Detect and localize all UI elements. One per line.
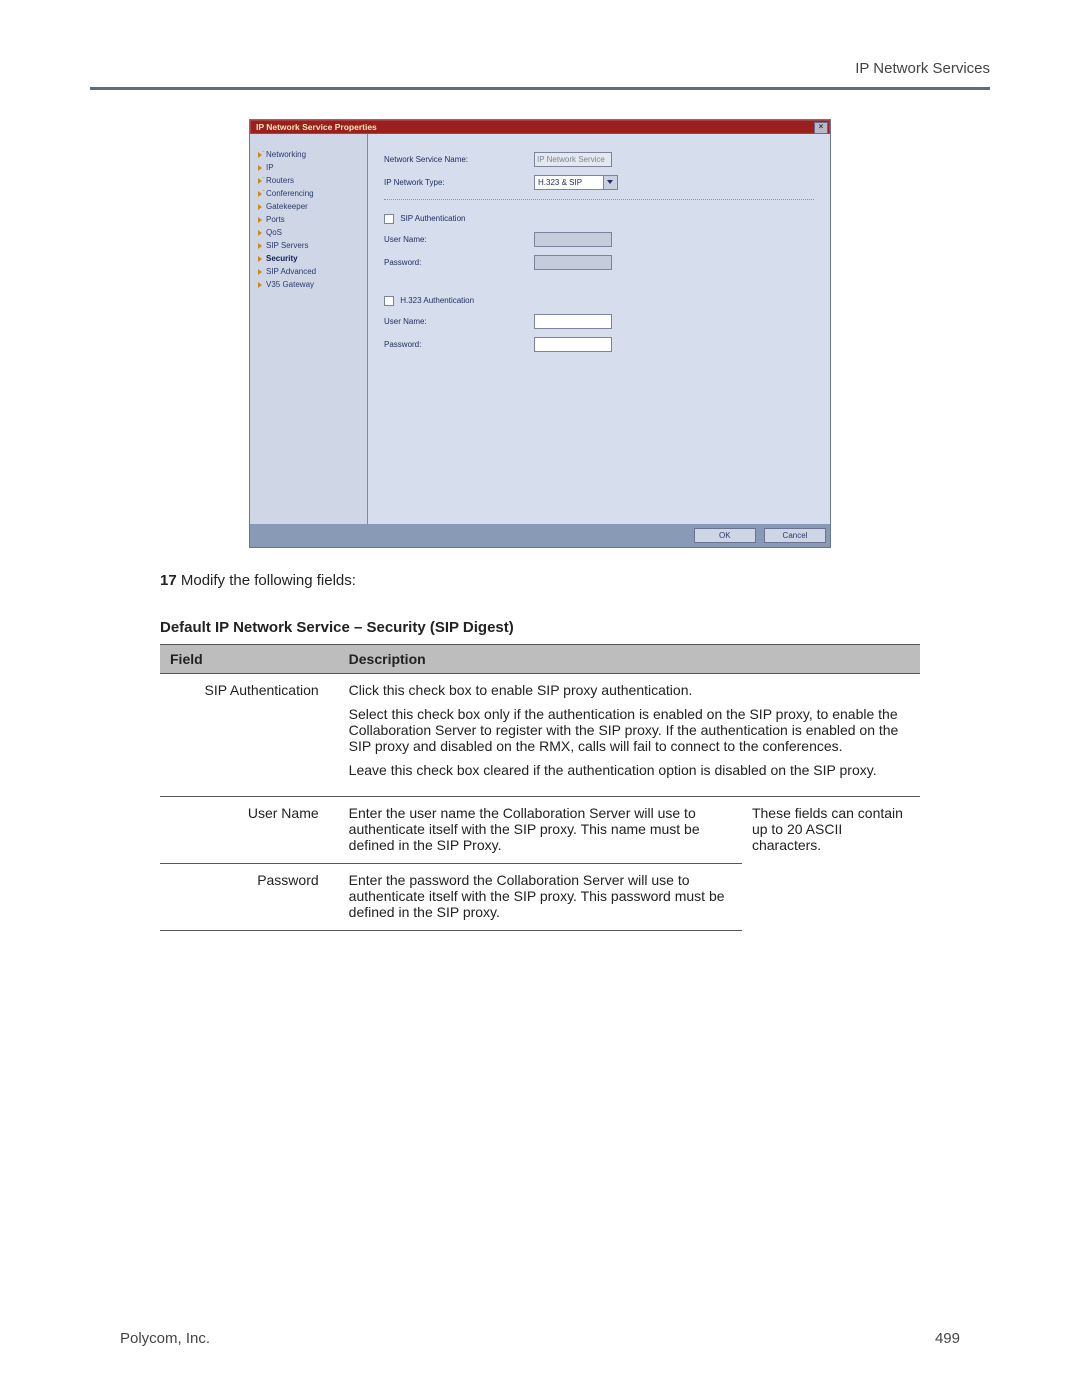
field-note: These fields can contain up to 20 ASCII …: [742, 797, 920, 931]
close-icon[interactable]: ×: [814, 122, 828, 134]
sidebar-item-conferencing[interactable]: Conferencing: [258, 187, 363, 200]
sidebar-item-ip[interactable]: IP: [258, 161, 363, 174]
field-description: Enter the password the Collaboration Ser…: [339, 864, 742, 931]
ip-network-type-label: IP Network Type:: [384, 178, 534, 187]
step-text: Modify the following fields:: [181, 572, 356, 589]
step-number: 17: [160, 572, 177, 589]
ip-network-type-value: H.323 & SIP: [535, 176, 603, 189]
sidebar-item-label: SIP Advanced: [266, 267, 316, 276]
table-caption: Default IP Network Service – Security (S…: [160, 619, 990, 636]
ip-network-service-properties-dialog: IP Network Service Properties × Networki…: [250, 120, 830, 547]
dialog-form-area: Network Service Name: IP Network Type: H…: [368, 134, 830, 524]
h323-password-label: Password:: [384, 340, 534, 349]
sidebar-item-label: Gatekeeper: [266, 202, 308, 211]
network-service-name-label: Network Service Name:: [384, 155, 534, 164]
field-description: Click this check box to enable SIP proxy…: [339, 674, 920, 797]
chevron-down-icon[interactable]: [603, 176, 617, 189]
sidebar-item-label: QoS: [266, 228, 282, 237]
header-section-title: IP Network Services: [90, 60, 990, 87]
footer-company: Polycom, Inc.: [120, 1330, 210, 1347]
section-divider: [384, 198, 814, 200]
table-header-description: Description: [339, 645, 920, 674]
dialog-sidebar: Networking IP Routers Conferencing Gatek…: [250, 134, 368, 524]
sidebar-item-label: Networking: [266, 150, 306, 159]
sidebar-item-label: V35 Gateway: [266, 280, 314, 289]
sip-authentication-checkbox[interactable]: [384, 214, 394, 224]
sip-password-field: [534, 255, 612, 270]
sidebar-item-gatekeeper[interactable]: Gatekeeper: [258, 200, 363, 213]
sidebar-item-sip-advanced[interactable]: SIP Advanced: [258, 265, 363, 278]
sidebar-item-sip-servers[interactable]: SIP Servers: [258, 239, 363, 252]
sidebar-item-label: IP: [266, 163, 274, 172]
sidebar-item-routers[interactable]: Routers: [258, 174, 363, 187]
h323-password-field[interactable]: [534, 337, 612, 352]
dialog-titlebar: IP Network Service Properties ×: [250, 120, 830, 134]
cancel-button[interactable]: Cancel: [764, 528, 826, 543]
field-name: Password: [160, 864, 339, 931]
field-description-table: Field Description SIP Authentication Cli…: [160, 644, 920, 931]
network-service-name-field: [534, 152, 612, 167]
h323-username-field[interactable]: [534, 314, 612, 329]
sidebar-item-networking[interactable]: Networking: [258, 148, 363, 161]
header-divider: [90, 87, 990, 90]
description-paragraph: Leave this check box cleared if the auth…: [349, 762, 910, 778]
sip-username-field: [534, 232, 612, 247]
field-name: User Name: [160, 797, 339, 864]
ok-button[interactable]: OK: [694, 528, 756, 543]
dialog-button-bar: OK Cancel: [250, 524, 830, 547]
sidebar-item-ports[interactable]: Ports: [258, 213, 363, 226]
instruction-step: 17 Modify the following fields:: [160, 572, 990, 589]
ip-network-type-select[interactable]: H.323 & SIP: [534, 175, 618, 190]
sidebar-item-v35-gateway[interactable]: V35 Gateway: [258, 278, 363, 291]
description-paragraph: Click this check box to enable SIP proxy…: [349, 682, 910, 698]
table-row: SIP Authentication Click this check box …: [160, 674, 920, 797]
sidebar-item-label: SIP Servers: [266, 241, 309, 250]
h323-authentication-label: H.323 Authentication: [400, 296, 474, 305]
page-footer: Polycom, Inc. 499: [120, 1330, 960, 1347]
sidebar-item-label: Routers: [266, 176, 294, 185]
h323-username-label: User Name:: [384, 317, 534, 326]
field-description: Enter the user name the Collaboration Se…: [339, 797, 742, 864]
footer-page-number: 499: [935, 1330, 960, 1347]
h323-authentication-checkbox[interactable]: [384, 296, 394, 306]
field-name: SIP Authentication: [160, 674, 339, 797]
table-header-field: Field: [160, 645, 339, 674]
sidebar-item-label: Security: [266, 254, 298, 263]
sip-password-label: Password:: [384, 258, 534, 267]
table-row: User Name Enter the user name the Collab…: [160, 797, 920, 864]
sip-username-label: User Name:: [384, 235, 534, 244]
table-header-row: Field Description: [160, 645, 920, 674]
sidebar-item-label: Conferencing: [266, 189, 314, 198]
sidebar-item-qos[interactable]: QoS: [258, 226, 363, 239]
description-paragraph: Select this check box only if the authen…: [349, 706, 910, 754]
sidebar-item-security[interactable]: Security: [258, 252, 363, 265]
dialog-title: IP Network Service Properties: [256, 122, 377, 132]
sidebar-item-label: Ports: [266, 215, 285, 224]
sip-authentication-label: SIP Authentication: [400, 214, 465, 223]
